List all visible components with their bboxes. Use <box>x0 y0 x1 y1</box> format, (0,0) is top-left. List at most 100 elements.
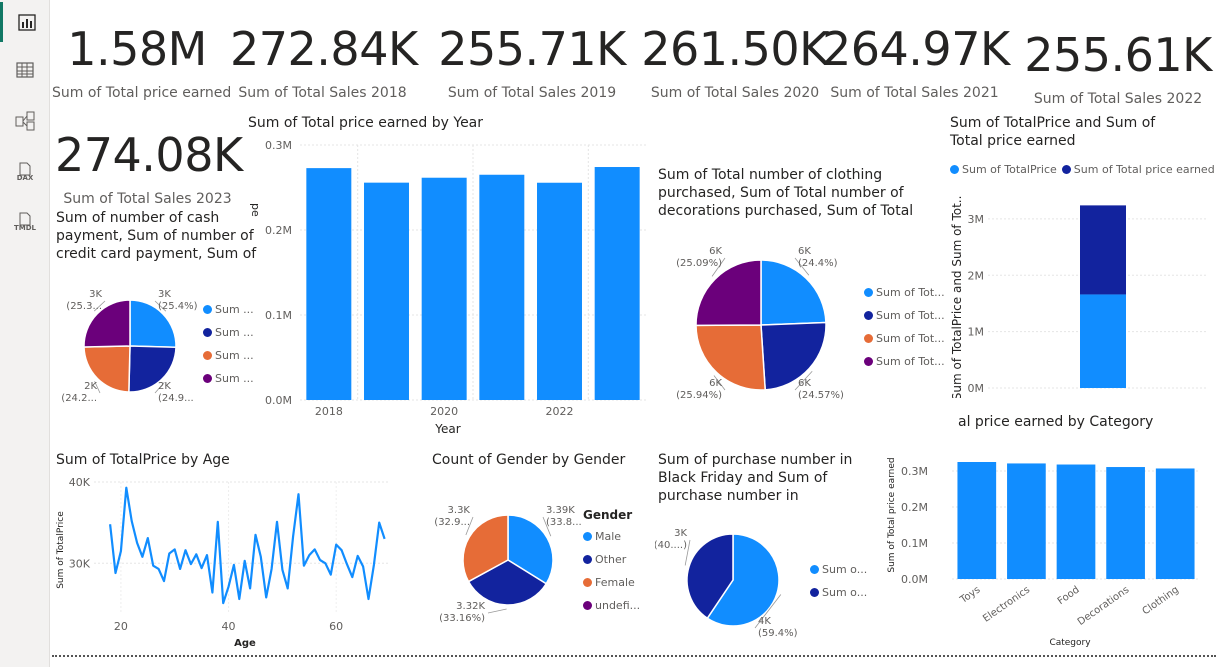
kpi-total-price-earned[interactable]: 1.58M Sum of Total price earned <box>52 26 231 100</box>
legend-marker <box>864 334 873 343</box>
legend-marker <box>864 357 873 366</box>
y-axis-title: Sum of TotalPrice and Sum of Tot... <box>950 196 964 398</box>
y-tick-label: 0.1M <box>265 309 292 322</box>
legend-item[interactable]: Sum of Tot... <box>864 304 945 327</box>
legend-item[interactable]: Sum of Tot... <box>864 350 945 373</box>
kpi-label: Sum of Total Sales 2018 <box>238 85 407 101</box>
kpi-label: Sum of Total Sales 2019 <box>447 85 617 101</box>
legend-label: Sum of Tot... <box>876 309 945 322</box>
legend-item[interactable]: Sum ... <box>203 367 254 390</box>
bar <box>1007 463 1046 579</box>
x-axis-title: Age <box>234 638 256 649</box>
legend-label: Sum o... <box>822 563 868 576</box>
pie-slice <box>695 324 767 391</box>
legend-marker <box>583 532 592 541</box>
y-axis-title: Sum of Total price earned <box>887 457 897 572</box>
holiday-pie-title: Sum of purchase number in Black Friday a… <box>658 452 853 504</box>
legend-item[interactable]: Sum ... <box>203 321 254 344</box>
kpi-sales-2022[interactable]: 255.61K Sum of Total Sales 2022 <box>1022 32 1214 106</box>
legend-item[interactable]: undefi... <box>583 594 640 617</box>
gender-pie-chart[interactable]: 3.39K(33.8... 3.32K(33.16%) 3.3K(32.9... <box>428 495 583 630</box>
x-tick-label: 2020 <box>430 405 458 418</box>
items-pie-legend: Sum of Tot... Sum of Tot... Sum of Tot..… <box>864 281 945 373</box>
legend-item[interactable]: Sum of Tot... <box>864 281 945 304</box>
year-bar-chart[interactable]: 0.0M 0.1M 0.2M 0.3M 2018 2020 2022 Year pe <box>248 135 650 437</box>
table-view-icon[interactable] <box>0 50 50 90</box>
legend-item[interactable]: Sum ... <box>203 298 254 321</box>
x-axis-title: Category <box>1049 638 1091 648</box>
category-bar-chart[interactable]: 0.0M 0.1M 0.2M 0.3M ToysElectronics FoodDecor… <box>882 445 1212 653</box>
stacked-bar-segment <box>1080 205 1126 295</box>
y-tick-label: 0.2M <box>265 224 292 237</box>
payment-pie-legend: Sum ... Sum ... Sum ... Sum ... <box>203 298 254 390</box>
legend-item[interactable]: Sum of Tot... <box>864 327 945 350</box>
kpi-sales-2021[interactable]: 264.97K Sum of Total Sales 2021 <box>822 22 1010 101</box>
legend-marker <box>810 588 819 597</box>
kpi-label: Sum of Total Sales 2021 <box>830 85 999 101</box>
items-pie-chart[interactable]: 6K(24.4%)6K(24.57%)6K(25.94%)6K(25.09%) <box>660 240 865 415</box>
legend-label: undefi... <box>595 599 641 612</box>
y-tick-label: 2M <box>968 269 985 282</box>
kpi-sales-2020[interactable]: 261.50K Sum of Total Sales 2020 <box>640 26 830 100</box>
legend-label: Sum ... <box>215 303 254 316</box>
legend-item[interactable]: Sum o... <box>810 558 867 581</box>
bar <box>537 182 582 400</box>
stacked-bar-segment <box>1080 294 1126 388</box>
legend-marker <box>203 351 212 360</box>
legend-item[interactable]: Male <box>583 525 640 548</box>
stacked-bar-legend: Sum of TotalPrice Sum of Total price ear… <box>950 158 1215 181</box>
data-label-percent: (59.4%) <box>758 628 798 639</box>
leader-line <box>487 608 507 614</box>
legend-item[interactable]: Other <box>583 548 640 571</box>
kpi-sales-2018[interactable]: 272.84K Sum of Total Sales 2018 <box>230 26 418 101</box>
legend-item[interactable]: Sum o... <box>810 581 867 604</box>
y-tick-label: 0.1M <box>901 537 928 550</box>
legend-marker <box>203 374 212 383</box>
legend-item[interactable]: Sum ... <box>203 344 254 367</box>
x-tick-label: Electronics <box>981 584 1032 624</box>
kpi-sales-2023[interactable]: 274.08K Sum of Total Sales 2023 <box>55 132 243 206</box>
kpi-value: 255.61K <box>1024 28 1212 82</box>
x-tick-label: 40 <box>222 620 236 633</box>
data-label-percent: (25.94%) <box>676 390 722 401</box>
dax-label: DAX <box>16 174 34 182</box>
pie-slice <box>695 259 762 327</box>
age-line-chart[interactable]: 30K 40K 20 40 60 Age Sum of TotalPrice <box>52 472 402 652</box>
x-axis-title: Year <box>434 422 460 436</box>
data-label-percent: (25.3... <box>66 301 102 312</box>
legend-item[interactable]: Sum of Total price earned <box>1061 158 1215 181</box>
data-label-value: 3.39K <box>546 505 575 516</box>
page-bottom-divider <box>52 655 1216 657</box>
dax-query-icon[interactable]: DAX <box>0 152 50 192</box>
legend-marker <box>203 305 212 314</box>
legend-marker <box>203 328 212 337</box>
bar <box>594 167 640 400</box>
legend-marker <box>583 555 592 564</box>
holiday-pie-chart[interactable]: 4K(59.4%) 3K(40....) <box>655 520 815 650</box>
kpi-sales-2019[interactable]: 255.71K Sum of Total Sales 2019 <box>437 26 627 100</box>
legend-label: Sum ... <box>215 326 254 339</box>
bar <box>1106 467 1145 579</box>
x-tick-label: 2022 <box>546 405 574 418</box>
stacked-bar-chart[interactable]: 0M 1M 2M 3M Sum of TotalPrice and Sum of Tot… <box>946 196 1212 398</box>
data-label-value: 3K <box>674 528 687 539</box>
kpi-value: 261.50K <box>641 22 829 76</box>
report-view-icon[interactable] <box>0 2 50 42</box>
data-label-percent: (32.9... <box>434 517 470 528</box>
legend-label: Female <box>595 576 635 589</box>
data-label-value: 6K <box>798 246 811 257</box>
tmdl-view-icon[interactable]: TMDL <box>0 202 50 242</box>
kpi-value: 264.97K <box>822 22 1010 76</box>
data-label-percent: (24.57%) <box>798 390 844 401</box>
legend-item[interactable]: Female <box>583 571 640 594</box>
legend-item[interactable]: Sum of TotalPrice <box>950 158 1057 181</box>
legend-label: Male <box>595 530 622 543</box>
model-view-icon[interactable] <box>0 101 50 141</box>
legend-marker <box>1061 165 1071 174</box>
bar <box>1056 464 1096 579</box>
bar <box>364 182 409 400</box>
legend-marker <box>950 165 959 174</box>
data-label-value: 6K <box>709 246 722 257</box>
legend-label: Sum of TotalPrice <box>962 163 1057 176</box>
data-label-value: 2K <box>84 381 97 392</box>
